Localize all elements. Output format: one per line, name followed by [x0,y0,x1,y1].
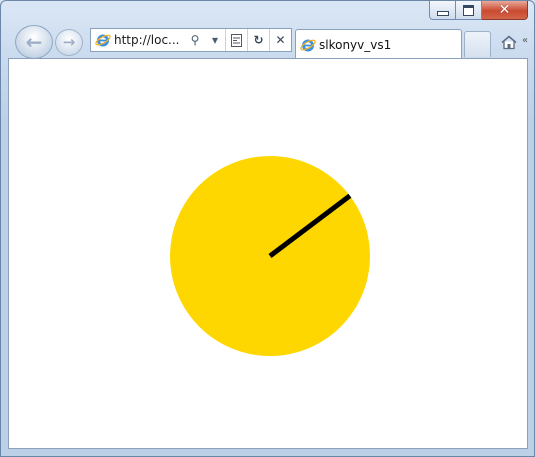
home-button[interactable] [498,31,520,53]
home-icon [501,35,517,49]
tab-active[interactable]: slkonyv_vs1 [295,29,462,59]
maximize-icon [463,4,474,16]
browser-window: ✕ ← → http://loc... ⚲ ▾ ↻ ✕ slkonyv_vs1 … [0,0,535,457]
drawing-canvas [170,156,370,356]
compatibility-view-icon[interactable] [225,29,247,51]
tab-title: slkonyv_vs1 [319,37,392,52]
url-text[interactable]: http://loc... [114,33,179,47]
address-bar[interactable]: http://loc... ⚲ ▾ ↻ ✕ [90,28,292,52]
close-icon: ✕ [498,2,511,18]
forward-button[interactable]: → [55,29,83,56]
new-tab-button[interactable] [464,31,491,57]
maximize-button[interactable] [456,1,482,20]
refresh-icon[interactable]: ↻ [247,29,269,51]
forward-arrow-icon: → [62,33,76,51]
ie-logo-icon [95,32,111,48]
chevron-down-icon[interactable]: ▾ [205,29,225,51]
back-button[interactable]: ← [15,25,53,59]
search-icon[interactable]: ⚲ [185,29,205,51]
close-window-button[interactable]: ✕ [482,1,528,20]
address-tools: ⚲ ▾ ↻ ✕ [185,29,291,51]
page-content [8,58,528,449]
stop-icon[interactable]: ✕ [269,29,291,51]
window-caption-buttons: ✕ [429,1,528,21]
minimize-button[interactable] [429,1,456,20]
toolbar-overflow-chevron-icon[interactable]: « [522,35,528,46]
back-arrow-icon: ← [25,30,43,54]
minimize-icon [436,11,449,16]
tab-ie-logo-icon [300,37,316,53]
